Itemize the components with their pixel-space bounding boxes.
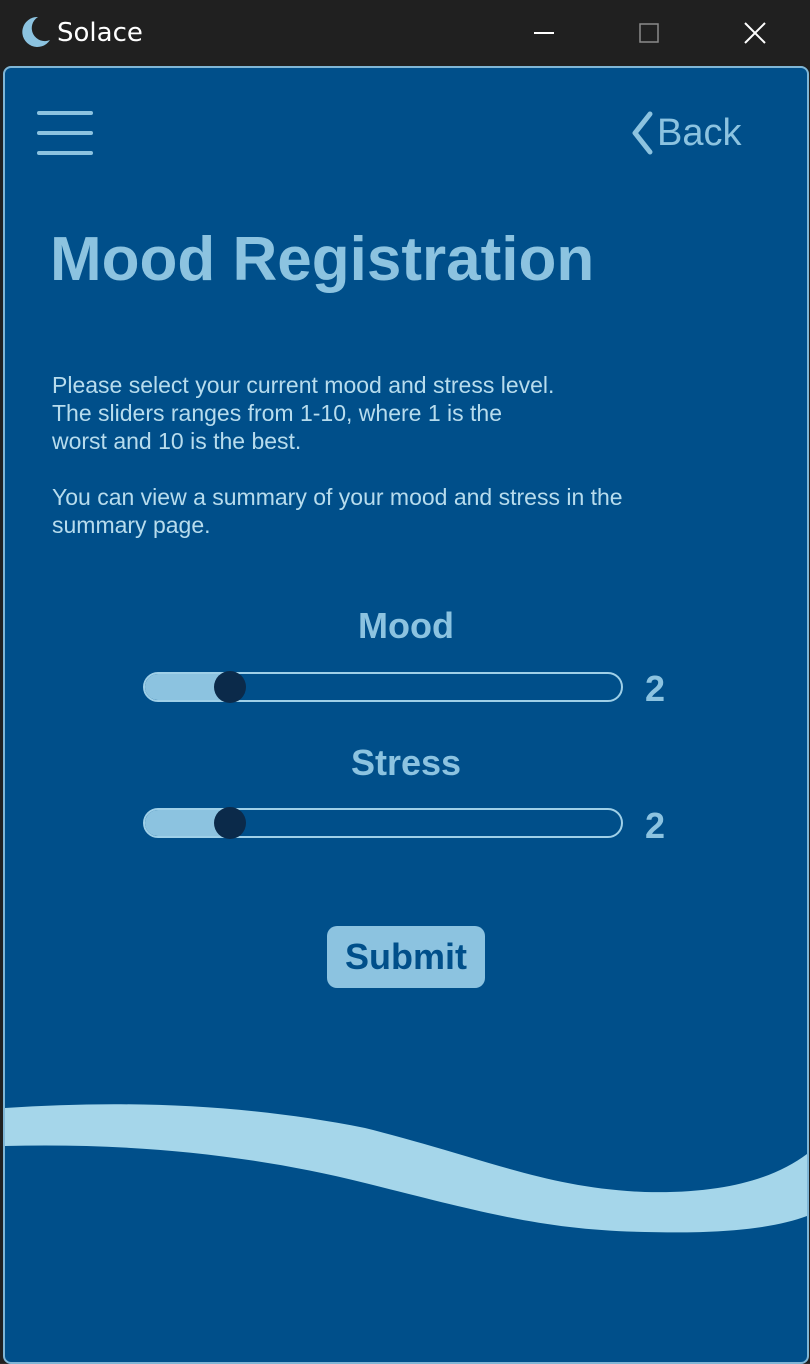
page-title: Mood Registration	[50, 225, 595, 294]
mood-label: Mood	[358, 605, 454, 646]
hamburger-menu-icon	[37, 111, 93, 155]
mood-value: 2	[645, 668, 666, 709]
stress-slider[interactable]	[143, 807, 623, 839]
title-bar[interactable]: Solace	[0, 0, 810, 66]
instructions-text: Please select your current mood and stre…	[52, 372, 555, 454]
menu-button[interactable]	[37, 108, 93, 158]
app-window: Solace Back Mood Registration Please sel…	[0, 0, 810, 1364]
back-label: Back	[657, 111, 742, 154]
stress-value: 2	[645, 805, 666, 846]
summary-info-text: You can view a summary of your mood and …	[52, 484, 623, 538]
back-button[interactable]: Back	[631, 108, 741, 158]
stress-label: Stress	[350, 742, 462, 783]
wave-decoration	[5, 1104, 807, 1233]
moon-icon	[22, 16, 50, 47]
stress-slider-thumb[interactable]	[213, 807, 246, 839]
minimize-button[interactable]	[521, 10, 567, 56]
window-title: Solace	[57, 18, 143, 48]
mood-slider-thumb[interactable]	[213, 671, 246, 703]
maximize-icon	[639, 23, 659, 43]
minimize-icon	[534, 32, 554, 34]
chevron-left-icon	[632, 111, 653, 155]
close-icon	[744, 22, 766, 44]
maximize-button[interactable]	[626, 10, 672, 56]
close-button[interactable]	[732, 10, 778, 56]
mood-slider[interactable]	[143, 671, 623, 703]
submit-button[interactable]: Submit	[327, 926, 485, 988]
main-content: Back Mood Registration Please select you…	[3, 66, 809, 1364]
